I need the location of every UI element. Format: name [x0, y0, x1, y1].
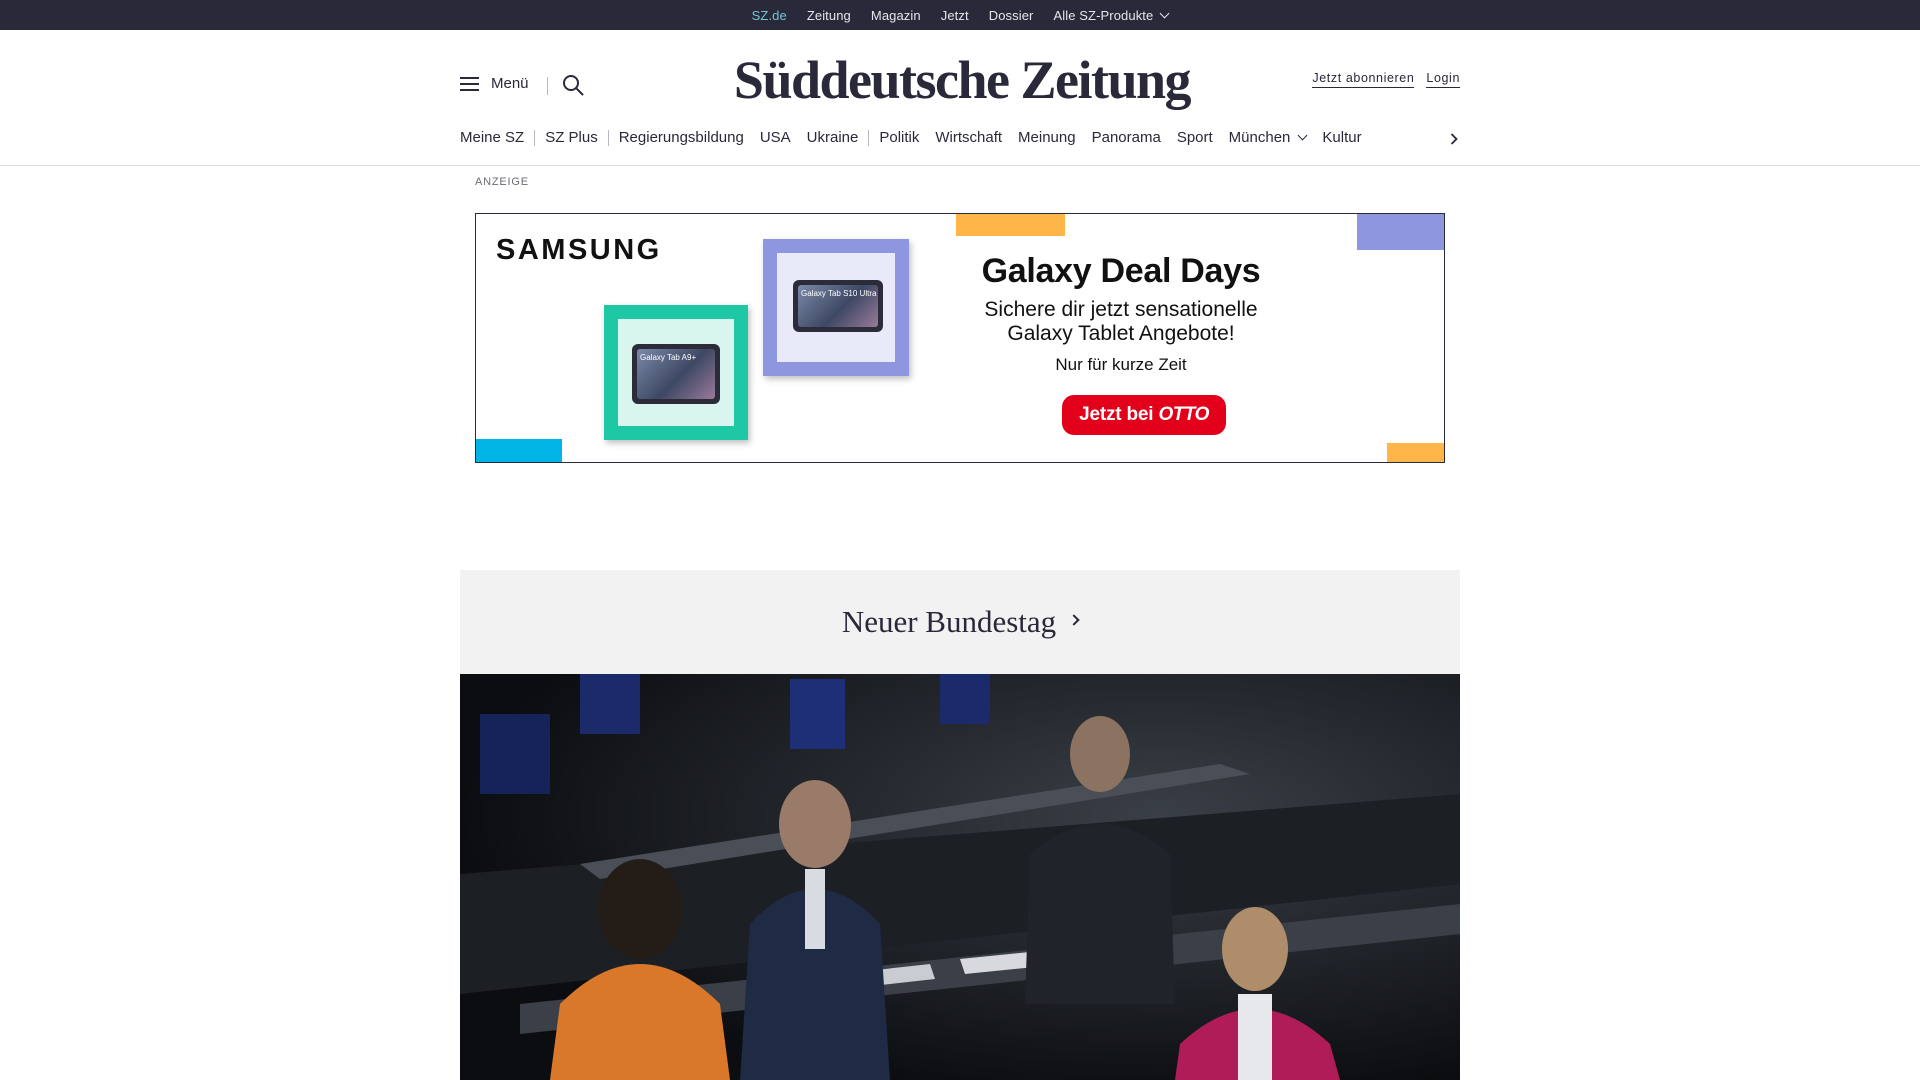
ad-deco-blue [476, 439, 562, 462]
hero-article-image[interactable] [460, 674, 1460, 1080]
topbar-link-zeitung[interactable]: Zeitung [807, 8, 851, 23]
tablet-image-tab-a9: Galaxy Tab A9+ [632, 344, 720, 404]
hamburger-icon [460, 76, 479, 91]
tablet-label-tab-s10-ultra: Galaxy Tab S10 Ultra [801, 289, 877, 298]
menu-label: Menü [491, 75, 529, 92]
top-bar-links: SZ.de Zeitung Magazin Jetzt Dossier Alle… [752, 7, 1170, 36]
ad-subline-2: Galaxy Tablet Angebote! [1007, 322, 1235, 345]
section-title: Neuer Bundestag [841, 604, 1057, 639]
nav-item-meine-sz[interactable]: Meine SZ [460, 129, 524, 146]
topbar-link-jetzt[interactable]: Jetzt [941, 8, 969, 23]
ad-cta-label: Jetzt bei [1079, 404, 1154, 425]
nav-item-ukraine[interactable]: Ukraine [807, 129, 859, 146]
chevron-down-icon [1159, 8, 1170, 18]
chevron-right-icon [1450, 133, 1458, 145]
hero-photo [460, 674, 1460, 1080]
nav-item-wirtschaft[interactable]: Wirtschaft [935, 129, 1002, 146]
ad-headline: Galaxy Deal Days [981, 252, 1261, 290]
nav-item-regierungsbildung[interactable]: Regierungsbildung [619, 129, 744, 146]
nav-item-muenchen[interactable]: München [1228, 129, 1308, 146]
nav-item-sz-plus[interactable]: SZ Plus [545, 129, 598, 146]
nav-muenchen-label: München [1228, 129, 1291, 146]
nav-item-panorama[interactable]: Panorama [1092, 129, 1161, 146]
topbar-link-dossier[interactable]: Dossier [989, 8, 1034, 23]
ad-label: ANZEIGE [475, 176, 529, 188]
nav-divider [868, 129, 870, 146]
tablet-label-tab-a9: Galaxy Tab A9+ [640, 353, 697, 362]
header-divider-line [0, 165, 1920, 166]
menu-button[interactable]: Menü [460, 75, 529, 92]
site-header: Menü Süddeutsche Zeitung Jetzt abonniere… [460, 30, 1460, 165]
topbar-link-magazin[interactable]: Magazin [871, 8, 921, 23]
samsung-ad-banner[interactable]: SAMSUNG Galaxy Tab A9+ Galaxy Tab S10 Ul… [475, 213, 1445, 463]
ad-cta-button[interactable]: Jetzt bei OTTO [1062, 395, 1226, 435]
tablet-card-tab-s10-ultra: Galaxy Tab S10 Ultra [763, 239, 909, 376]
main-navigation: Meine SZ SZ Plus Regierungsbildung USA U… [460, 129, 1460, 146]
ad-deco-lavender [1357, 214, 1444, 250]
ad-deco-orange-top [956, 214, 1065, 236]
nav-scroll-right-button[interactable] [1448, 132, 1460, 145]
nav-item-meinung[interactable]: Meinung [1018, 129, 1076, 146]
site-logo[interactable]: Süddeutsche Zeitung [722, 48, 1202, 112]
ad-subline-1: Sichere dir jetzt sensationelle [984, 298, 1258, 321]
topbar-products-label: Alle SZ-Produkte [1053, 7, 1154, 23]
topbar-link-alle-sz-produkte[interactable]: Alle SZ-Produkte [1053, 7, 1170, 23]
ad-deco-orange-bottom [1387, 443, 1444, 462]
ad-small-text: Nur für kurze Zeit [1055, 355, 1187, 374]
nav-divider [607, 129, 609, 146]
tablet-image-tab-s10-ultra: Galaxy Tab S10 Ultra [793, 280, 883, 332]
topbar-link-sz-de[interactable]: SZ.de [752, 8, 787, 36]
section-link-neuer-bundestag[interactable]: Neuer Bundestag [460, 570, 1460, 674]
subscribe-link[interactable]: Jetzt abonnieren [1312, 71, 1415, 88]
nav-item-kultur[interactable]: Kultur [1322, 129, 1361, 146]
header-divider [547, 77, 548, 95]
nav-item-sport[interactable]: Sport [1177, 129, 1213, 146]
top-bar: SZ.de Zeitung Magazin Jetzt Dossier Alle… [0, 0, 1920, 36]
tablet-card-tab-a9: Galaxy Tab A9+ [604, 305, 748, 440]
nav-item-usa[interactable]: USA [760, 129, 791, 146]
ad-subline: Sichere dir jetzt sensationelle Galaxy T… [931, 298, 1311, 346]
otto-logo: OTTO [1158, 404, 1209, 425]
chevron-right-icon [1068, 614, 1080, 626]
search-button[interactable] [561, 73, 585, 97]
nav-divider [534, 129, 536, 146]
account-links: Jetzt abonnieren Login [1312, 71, 1460, 88]
login-link[interactable]: Login [1426, 71, 1460, 88]
samsung-logo: SAMSUNG [496, 234, 662, 266]
nav-item-politik[interactable]: Politik [879, 129, 919, 146]
search-icon [563, 75, 584, 96]
chevron-down-icon [1297, 130, 1308, 141]
